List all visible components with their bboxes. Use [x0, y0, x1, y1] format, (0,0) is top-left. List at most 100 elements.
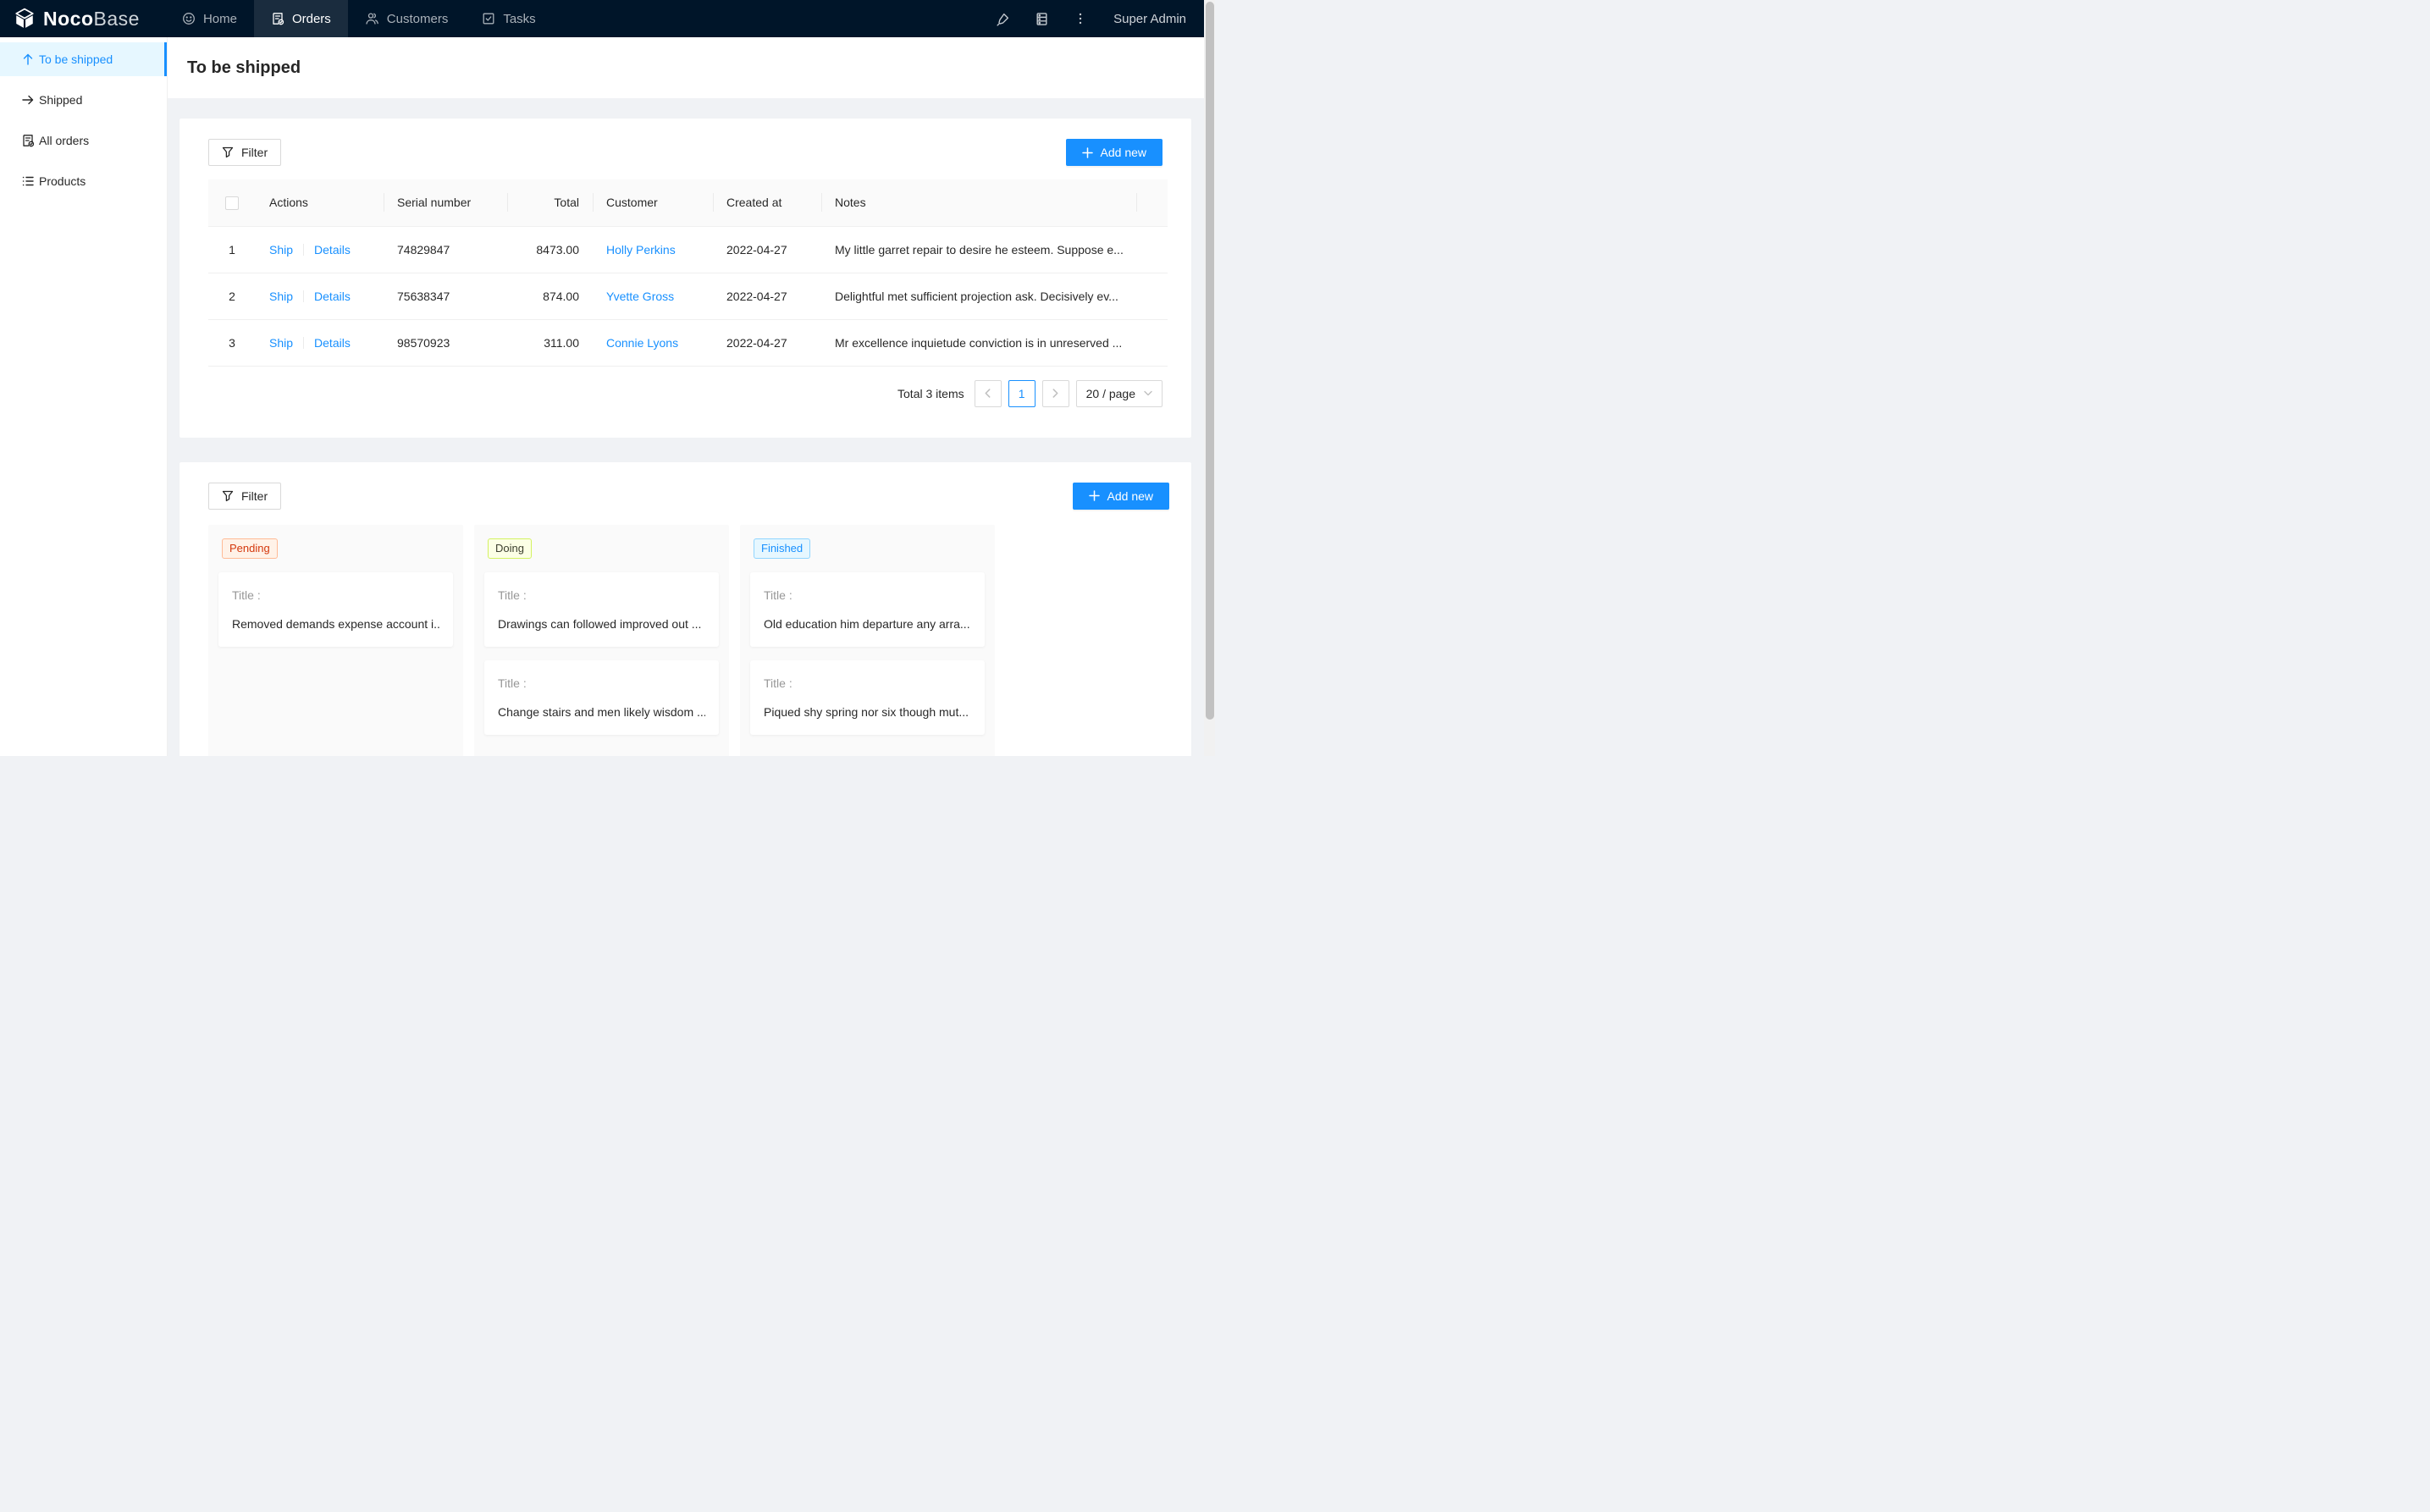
filter-icon [222, 146, 234, 158]
action-divider [303, 244, 304, 256]
nav-tab-customers[interactable]: Customers [348, 0, 466, 37]
orders-table: Actions Serial number Total Customer Cre… [208, 179, 1168, 367]
page-size-select[interactable]: 20 / page [1076, 380, 1163, 407]
table-row: 2 Ship Details 75638347 874.00 Yvette Gro… [208, 273, 1168, 319]
nav-tab-tasks[interactable]: Tasks [465, 0, 552, 37]
table-header-row: Actions Serial number Total Customer Cre… [208, 179, 1168, 226]
row-actions: Ship Details [256, 226, 384, 273]
card-title: Change stairs and men likely wisdom ... [498, 703, 705, 721]
next-page-button[interactable] [1042, 380, 1069, 407]
sidebar-item-all-orders[interactable]: All orders [0, 124, 167, 157]
filter-button[interactable]: Filter [208, 139, 281, 166]
table-row: 1 Ship Details 74829847 8473.00 Holly Per… [208, 226, 1168, 273]
column-header-empty [1136, 179, 1168, 226]
column-header-total: Total [507, 179, 593, 226]
ship-link[interactable]: Ship [269, 290, 293, 303]
kanban-column-pending: Pending Title : Removed demands expense … [208, 525, 463, 757]
kanban-board: Pending Title : Removed demands expense … [208, 525, 1191, 757]
sidebar: To be shipped Shipped All orders [0, 37, 168, 756]
sidebar-item-shipped[interactable]: Shipped [0, 83, 167, 117]
nav-tab-label: Tasks [503, 12, 535, 26]
plus-icon [1082, 147, 1093, 158]
arrow-up-icon [21, 52, 35, 66]
sidebar-item-label: To be shipped [39, 52, 113, 66]
kanban-card[interactable]: Title : Removed demands expense account … [218, 572, 453, 647]
nav-tab-home[interactable]: Home [165, 0, 254, 37]
row-index: 1 [208, 226, 256, 273]
kanban-column-finished: Finished Title : Old education him depar… [740, 525, 995, 757]
database-icon[interactable] [1022, 12, 1061, 26]
notes-cell: My little garret repair to desire he est… [821, 226, 1136, 273]
app-logo[interactable]: NocoBase [0, 0, 155, 37]
tasks-kanban-block: Filter Add new Pending Title : Removed d… [179, 462, 1191, 757]
ship-link[interactable]: Ship [269, 336, 293, 350]
ellipsis-icon[interactable] [1061, 12, 1100, 25]
user-menu[interactable]: Super Admin [1113, 12, 1186, 26]
details-link[interactable]: Details [314, 290, 351, 303]
total-cell: 8473.00 [507, 226, 593, 273]
smiley-icon [182, 12, 196, 25]
sidebar-item-to-be-shipped[interactable]: To be shipped [0, 42, 167, 76]
serial-cell: 74829847 [384, 226, 507, 273]
add-new-button[interactable]: Add new [1066, 139, 1163, 166]
total-cell: 874.00 [507, 273, 593, 319]
kanban-card[interactable]: Title : Piqued shy spring nor six though… [750, 660, 985, 735]
created-at-cell: 2022-04-27 [713, 273, 821, 319]
kanban-toolbar: Filter Add new [208, 483, 1191, 510]
status-tag-finished: Finished [754, 538, 810, 559]
column-header-notes: Notes [821, 179, 1136, 226]
customer-link[interactable]: Holly Perkins [606, 243, 676, 257]
page-number-1[interactable]: 1 [1008, 380, 1036, 407]
row-index: 2 [208, 273, 256, 319]
chevron-down-icon [1144, 390, 1152, 396]
arrow-right-icon [21, 93, 35, 107]
page-scrollbar [1204, 0, 1215, 756]
column-header-serial: Serial number [384, 179, 507, 226]
sidebar-item-products[interactable]: Products [0, 164, 167, 198]
check-square-icon [482, 12, 495, 25]
nav-tab-orders[interactable]: Orders [254, 0, 348, 37]
card-title: Old education him departure any arra... [764, 615, 971, 633]
row-actions: Ship Details [256, 319, 384, 366]
kanban-column-doing: Doing Title : Drawings can followed impr… [474, 525, 729, 757]
sidebar-item-label: All orders [39, 134, 89, 147]
customer-cell: Yvette Gross [593, 273, 713, 319]
audit-icon [21, 134, 35, 147]
customer-link[interactable]: Connie Lyons [606, 336, 678, 350]
created-at-cell: 2022-04-27 [713, 226, 821, 273]
sidebar-item-label: Shipped [39, 93, 82, 107]
prev-page-button[interactable] [975, 380, 1002, 407]
column-header-created-at: Created at [713, 179, 821, 226]
kanban-card[interactable]: Title : Drawings can followed improved o… [484, 572, 719, 647]
top-navbar: NocoBase Home [0, 0, 1215, 37]
kanban-card[interactable]: Title : Old education him departure any … [750, 572, 985, 647]
customer-cell: Connie Lyons [593, 319, 713, 366]
table-toolbar: Filter Add new [208, 139, 1163, 166]
card-field-label: Title : [764, 674, 971, 693]
ship-link[interactable]: Ship [269, 243, 293, 257]
nocobase-logo-icon [14, 8, 36, 30]
add-new-button[interactable]: Add new [1073, 483, 1169, 510]
serial-cell: 98570923 [384, 319, 507, 366]
notes-cell: Mr excellence inquietude conviction is i… [821, 319, 1136, 366]
scrollbar-thumb[interactable] [1206, 2, 1214, 720]
main-content: Filter Add new Actions [168, 98, 1215, 756]
main-menu: Home Orders Customers [165, 0, 553, 37]
nav-tab-label: Home [203, 12, 237, 26]
filter-icon [222, 490, 234, 502]
select-all-checkbox[interactable] [225, 196, 239, 210]
nav-tab-label: Orders [292, 12, 331, 26]
kanban-card[interactable]: Title : Change stairs and men likely wis… [484, 660, 719, 735]
card-title: Drawings can followed improved out ... [498, 615, 705, 633]
sidebar-item-label: Products [39, 174, 86, 188]
app-logo-text: NocoBase [43, 8, 140, 30]
details-link[interactable]: Details [314, 243, 351, 257]
filter-button[interactable]: Filter [208, 483, 281, 510]
details-link[interactable]: Details [314, 336, 351, 350]
serial-cell: 75638347 [384, 273, 507, 319]
notes-cell: Delightful met sufficient projection ask… [821, 273, 1136, 319]
customer-link[interactable]: Yvette Gross [606, 290, 674, 303]
action-divider [303, 290, 304, 302]
highlighter-icon[interactable] [983, 12, 1022, 26]
created-at-cell: 2022-04-27 [713, 319, 821, 366]
